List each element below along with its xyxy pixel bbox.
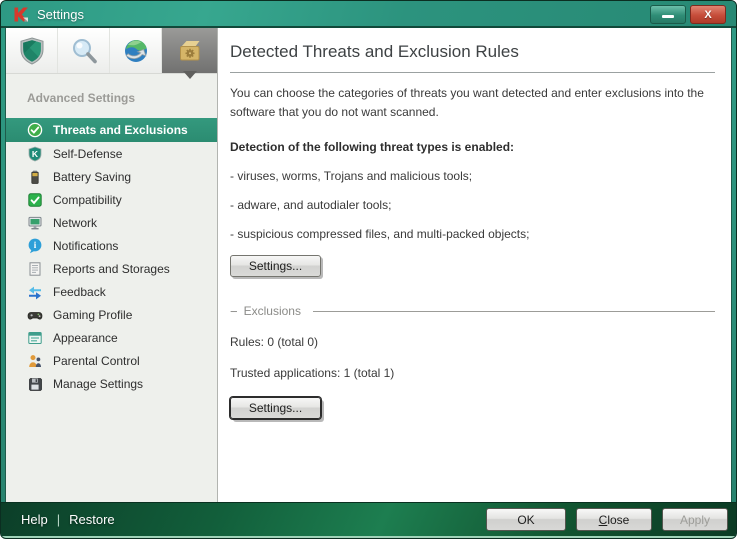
arrows-swap-icon	[27, 284, 43, 300]
left-column: Advanced Settings Threats and Exclusions…	[6, 28, 218, 502]
content-pane: Detected Threats and Exclusion Rules You…	[218, 28, 731, 502]
close-button-label-rest: lose	[607, 513, 629, 527]
sidebar-item-network[interactable]: Network	[6, 211, 217, 234]
magnifier-icon	[69, 36, 99, 66]
exclusions-settings-button[interactable]: Settings...	[230, 397, 321, 419]
page-title: Detected Threats and Exclusion Rules	[230, 42, 715, 62]
shield-k-icon: K	[27, 146, 43, 162]
sidebar-item-label: Battery Saving	[53, 170, 131, 184]
sidebar-item-reports-and-storages[interactable]: Reports and Storages	[6, 257, 217, 280]
info-bubble-icon: i	[27, 238, 43, 254]
sidebar-item-label: Parental Control	[53, 354, 140, 368]
tab-settings[interactable]	[162, 28, 217, 73]
settings-box-icon	[175, 36, 205, 66]
sidebar-item-feedback[interactable]: Feedback	[6, 280, 217, 303]
parental-people-icon	[27, 353, 43, 369]
sidebar-item-label: Reports and Storages	[53, 262, 170, 276]
sidebar-item-notifications[interactable]: i Notifications	[6, 234, 217, 257]
sidebar-item-label: Manage Settings	[53, 377, 143, 391]
help-link[interactable]: Help	[21, 512, 48, 527]
globe-icon	[121, 36, 151, 66]
sidebar-item-label: Network	[53, 216, 97, 230]
sidebar-item-appearance[interactable]: Appearance	[6, 326, 217, 349]
apply-button[interactable]: Apply	[662, 508, 728, 531]
threat-type-item: - adware, and autodialer tools;	[230, 198, 715, 212]
tab-update[interactable]	[110, 28, 162, 73]
window-title: Settings	[37, 7, 84, 22]
svg-text:K: K	[32, 149, 39, 159]
title-divider	[230, 72, 715, 73]
report-icon	[27, 261, 43, 277]
threat-type-item: - suspicious compressed files, and multi…	[230, 227, 715, 241]
sidebar-item-label: Notifications	[53, 239, 118, 253]
monitor-icon	[27, 215, 43, 231]
sidebar-item-gaming-profile[interactable]: Gaming Profile	[6, 303, 217, 326]
threat-type-item: - viruses, worms, Trojans and malicious …	[230, 169, 715, 183]
exclusions-group-header: − Exclusions	[230, 304, 715, 318]
minimize-icon	[662, 15, 674, 18]
sidebar-item-label: Appearance	[53, 331, 118, 345]
sidebar-header: Advanced Settings	[6, 91, 217, 105]
ok-button[interactable]: OK	[486, 508, 566, 531]
close-dialog-button[interactable]: Close	[576, 508, 652, 531]
close-button[interactable]: X	[690, 5, 726, 24]
minimize-button[interactable]	[650, 5, 686, 24]
settings-window: Settings X	[0, 0, 737, 539]
check-square-icon	[27, 192, 43, 208]
close-x-icon: X	[704, 9, 711, 21]
sidebar-item-threats-and-exclusions[interactable]: Threats and Exclusions	[6, 118, 217, 142]
sidebar-item-label: Self-Defense	[53, 147, 122, 161]
sidebar-item-manage-settings[interactable]: Manage Settings	[6, 372, 217, 395]
sidebar-item-parental-control[interactable]: Parental Control	[6, 349, 217, 372]
floppy-disk-icon	[27, 376, 43, 392]
shield-icon	[17, 36, 47, 66]
restore-link[interactable]: Restore	[69, 512, 115, 527]
sidebar-item-self-defense[interactable]: K Self-Defense	[6, 142, 217, 165]
title-bar: Settings X	[1, 1, 736, 28]
group-header-line	[313, 311, 715, 312]
tab-protection[interactable]	[6, 28, 58, 73]
sidebar-item-label: Threats and Exclusions	[53, 123, 188, 137]
window-appearance-icon	[27, 330, 43, 346]
page-description: You can choose the categories of threats…	[230, 84, 710, 121]
sidebar: Advanced Settings Threats and Exclusions…	[6, 74, 217, 502]
kaspersky-logo-icon	[13, 6, 30, 23]
footer-separator: |	[57, 512, 60, 527]
sidebar-item-compatibility[interactable]: Compatibility	[6, 188, 217, 211]
detection-heading: Detection of the following threat types …	[230, 140, 715, 154]
footer-bar: Help | Restore OK Close Apply	[1, 502, 736, 538]
sidebar-item-label: Feedback	[53, 285, 106, 299]
gamepad-icon	[27, 307, 43, 323]
sidebar-item-battery-saving[interactable]: Battery Saving	[6, 165, 217, 188]
tab-strip	[6, 28, 217, 74]
sidebar-item-label: Gaming Profile	[53, 308, 132, 322]
tab-scan[interactable]	[58, 28, 110, 73]
exclusions-group-label: Exclusions	[244, 304, 301, 318]
sidebar-item-label: Compatibility	[53, 193, 122, 207]
battery-icon	[27, 169, 43, 185]
collapse-icon[interactable]: −	[230, 305, 238, 318]
rules-count: Rules: 0 (total 0)	[230, 335, 715, 349]
check-circle-icon	[27, 122, 43, 138]
detection-settings-button[interactable]: Settings...	[230, 255, 321, 277]
trusted-applications-count: Trusted applications: 1 (total 1)	[230, 366, 715, 380]
